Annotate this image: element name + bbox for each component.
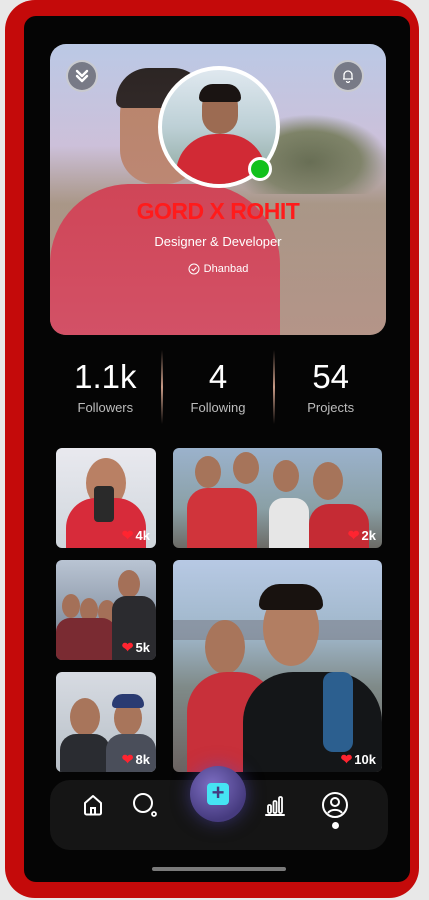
photo-tile[interactable]: ❤ 2k xyxy=(173,448,382,548)
stat-projects[interactable]: 54 Projects xyxy=(275,346,386,426)
search-icon xyxy=(133,793,157,817)
heart-icon: ❤ xyxy=(121,639,134,655)
profile-header-card: GORD X ROHIT Designer & Developer Dhanba… xyxy=(50,44,386,335)
home-icon xyxy=(84,795,102,816)
like-count: ❤ 2k xyxy=(348,527,376,544)
heart-icon: ❤ xyxy=(340,751,353,767)
add-icon: + xyxy=(207,782,229,805)
like-count: ❤ 8k xyxy=(122,751,150,768)
profile-stats: 1.1k Followers 4 Following 54 Projects xyxy=(50,346,386,426)
heart-icon: ❤ xyxy=(347,527,360,543)
likes-value: 4k xyxy=(135,528,150,543)
nav-stats[interactable] xyxy=(260,790,290,820)
home-indicator xyxy=(152,867,286,871)
collapse-button[interactable] xyxy=(66,60,98,92)
phone-frame: GORD X ROHIT Designer & Developer Dhanba… xyxy=(5,0,419,898)
likes-value: 10k xyxy=(354,752,376,767)
stat-label: Projects xyxy=(307,400,355,415)
nav-home[interactable] xyxy=(78,790,108,820)
profile-name: GORD X ROHIT xyxy=(136,198,300,224)
heart-icon: ❤ xyxy=(121,527,134,543)
stat-following[interactable]: 4 Following xyxy=(163,346,274,426)
nav-search[interactable] xyxy=(130,790,160,820)
heart-icon: ❤ xyxy=(121,751,134,767)
photo-tile[interactable]: ❤ 4k xyxy=(56,448,156,548)
stat-label: Following xyxy=(190,400,246,415)
photo-tile[interactable]: ❤ 8k xyxy=(56,672,156,772)
like-count: ❤ 10k xyxy=(341,751,376,768)
profile-icon xyxy=(322,792,348,818)
stat-followers[interactable]: 1.1k Followers xyxy=(50,346,161,426)
double-chevron-down-icon xyxy=(75,69,89,83)
photo-tile[interactable]: ❤ 10k xyxy=(173,560,382,772)
online-status-indicator xyxy=(248,157,272,181)
active-tab-indicator xyxy=(332,822,339,829)
verified-shield-icon xyxy=(188,263,200,275)
stat-value: 1.1k xyxy=(74,358,137,395)
app-screen: GORD X ROHIT Designer & Developer Dhanba… xyxy=(24,16,410,882)
stats-icon xyxy=(265,796,285,816)
bell-icon xyxy=(343,70,353,83)
nav-profile[interactable] xyxy=(320,790,350,820)
notifications-button[interactable] xyxy=(332,60,364,92)
like-count: ❤ 5k xyxy=(122,639,150,656)
profile-location: Dhanbad xyxy=(50,263,386,275)
stat-value: 54 xyxy=(312,358,350,395)
likes-value: 5k xyxy=(135,640,150,655)
like-count: ❤ 4k xyxy=(122,527,150,544)
add-post-button[interactable]: + xyxy=(190,766,246,822)
stat-label: Followers xyxy=(77,400,134,415)
stat-value: 4 xyxy=(208,358,228,395)
photo-tile[interactable]: ❤ 5k xyxy=(56,560,156,660)
profile-role: Designer & Developer xyxy=(154,234,282,249)
location-label: Dhanbad xyxy=(203,263,249,275)
likes-value: 2k xyxy=(361,528,376,543)
likes-value: 8k xyxy=(135,752,150,767)
